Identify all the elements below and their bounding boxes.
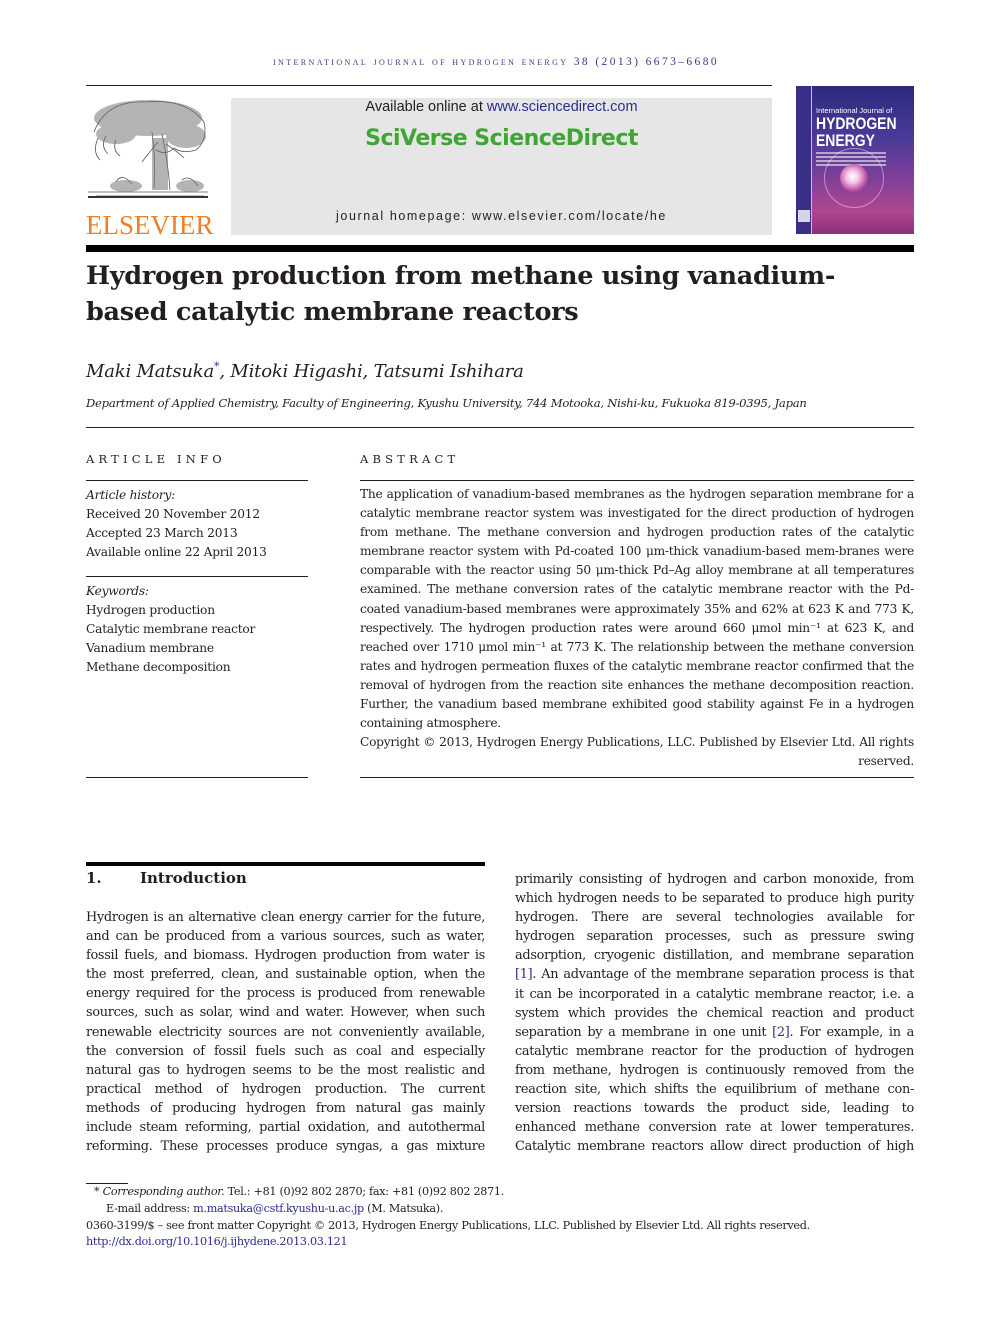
body-line: Hydrogen is an alternative clean energy …: [86, 910, 485, 925]
corresponding-author-label: Corresponding author.: [102, 1185, 225, 1198]
keywords-label: Keywords:: [86, 584, 149, 598]
body-line: the conversion of fossil fuels such as c…: [86, 1043, 485, 1059]
article-title: Hydrogen production from methane using v…: [86, 261, 836, 327]
running-header: International Journal of Hydrogen Energy…: [272, 56, 720, 68]
body-line: hydrogen separation processes, such as p…: [515, 929, 914, 945]
section-title: Introduction: [140, 869, 247, 887]
elsevier-logo[interactable]: ELSEVIER: [86, 92, 214, 240]
keyword: Hydrogen production: [86, 603, 215, 617]
article-history-label: Article history:: [86, 488, 176, 502]
citation-link[interactable]: [2]: [772, 1025, 790, 1040]
cover-title-big: HYDROGEN ENERGY: [816, 114, 897, 150]
body-line: from methane, hydrogen is continuously r…: [515, 1062, 914, 1078]
masthead-rule: [86, 245, 914, 252]
keyword: Methane decomposition: [86, 660, 231, 674]
corresponding-author-note: * Corresponding author. Tel.: +81 (0)92 …: [86, 1184, 914, 1201]
abstract-label: ABSTRACT: [360, 452, 460, 466]
body-line: primarily consisting of hydrogen and car…: [515, 872, 914, 887]
history-online: Available online 22 April 2013: [86, 545, 267, 559]
body-line: it can be incorporated in a catalytic me…: [515, 986, 914, 1002]
issn-line: 0360-3199/$ – see front matter Copyright…: [86, 1218, 810, 1232]
body-line: which hydrogen needs to be separated to …: [515, 891, 914, 907]
body-text: . For example, in a: [789, 1024, 915, 1040]
author-separator: ,: [362, 361, 374, 382]
doi-link[interactable]: http://dx.doi.org/10.1016/j.ijhydene.201…: [86, 1234, 914, 1251]
history-accepted: Accepted 23 March 2013: [86, 526, 238, 540]
body-line: Catalytic membrane reactors allow direct…: [515, 1139, 914, 1155]
contact-numbers: Tel.: +81 (0)92 802 2870; fax: +81 (0)92…: [224, 1185, 505, 1198]
section-number: 1.: [86, 869, 102, 887]
body-line: separation by a membrane in one unit [2]…: [515, 1023, 914, 1042]
cover-badge-icon: [798, 210, 810, 222]
body-text: separation by a membrane in one unit: [515, 1024, 773, 1040]
affiliation: Department of Applied Chemistry, Faculty…: [86, 396, 807, 410]
available-online-prefix: Available online at: [365, 99, 487, 115]
body-line: renewable electricity sources are not co…: [86, 1024, 485, 1040]
abstract-text: The application of vanadium-based membra…: [360, 487, 914, 731]
body-line: methods of producing hydrogen from natur…: [86, 1100, 485, 1116]
abstract-rule: [360, 480, 914, 481]
footnote-mark: *: [94, 1185, 100, 1198]
cover-title-line: HYDROGEN: [816, 114, 897, 133]
author-name[interactable]: Tatsumi Ishihara: [374, 361, 524, 382]
cover-orb-icon: [840, 164, 868, 192]
article-info-rule: [86, 480, 308, 481]
sciverse-logo[interactable]: SciVerse ScienceDirect: [231, 126, 772, 151]
body-line: system which provides the chemical react…: [515, 1005, 914, 1021]
article-info-bottom-rule: [86, 777, 308, 778]
journal-homepage-link[interactable]: journal homepage: www.elsevier.com/locat…: [231, 209, 772, 223]
body-line: version reactions towards the product si…: [515, 1101, 914, 1117]
body-line: fossil fuels, and biomass. Hydrogen prod…: [86, 948, 485, 964]
body-line: and can be produced from a various sourc…: [86, 929, 485, 945]
body-line: catalytic membrane reactor for the produ…: [515, 1043, 914, 1059]
body-line: enhanced methane conversion rate at lowe…: [515, 1120, 914, 1136]
elsevier-wordmark: ELSEVIER: [86, 210, 214, 240]
citation-link[interactable]: [1]: [515, 967, 533, 982]
header-rule: [86, 85, 772, 86]
author-name[interactable]: Mitoki Higashi: [230, 361, 362, 382]
body-line: practical method of hydrogen production.…: [86, 1081, 485, 1097]
body-line: sources, such as solar, wind and water. …: [86, 1005, 485, 1021]
footnotes: * Corresponding author. Tel.: +81 (0)92 …: [86, 1184, 914, 1251]
section-heading: 1. Introduction: [86, 869, 247, 887]
available-online: Available online at www.sciencedirect.co…: [231, 99, 772, 115]
keyword: Catalytic membrane reactor: [86, 622, 256, 636]
body-text: . An advantage of the membrane separatio…: [532, 967, 914, 983]
section-rule: [86, 862, 485, 866]
cover-title-line: ENERGY: [816, 131, 875, 150]
email-owner: (M. Matsuka).: [363, 1201, 444, 1215]
body-line: reforming. These processes produce synga…: [86, 1139, 485, 1155]
abstract-copyright: Copyright © 2013, Hydrogen Energy Public…: [360, 735, 914, 769]
keyword: Vanadium membrane: [86, 641, 214, 655]
sciencedirect-link[interactable]: www.sciencedirect.com: [487, 99, 638, 115]
body-line: adsorption, cryogenic distillation, and …: [515, 948, 914, 964]
article-info-label: ARTICLE INFO: [86, 452, 226, 466]
email-note: E-mail address: m.matsuka@cstf.kyushu-u.…: [86, 1201, 914, 1218]
body-line: the most preferred, clean, and sustainab…: [86, 967, 485, 983]
keywords: Keywords: Hydrogen production Catalytic …: [86, 582, 308, 677]
body-column-left: Hydrogen is an alternative clean energy …: [86, 908, 485, 1156]
article-history: Article history: Received 20 November 20…: [86, 486, 308, 562]
email-label: E-mail address:: [106, 1201, 194, 1215]
author-list: Maki Matsuka*, Mitoki Higashi, Tatsumi I…: [86, 360, 524, 382]
publisher-banner: Available online at www.sciencedirect.co…: [231, 98, 772, 235]
history-received: Received 20 November 2012: [86, 507, 260, 521]
affiliation-rule: [86, 427, 914, 428]
author-separator: ,: [219, 361, 231, 382]
journal-cover[interactable]: International Journal of HYDROGEN ENERGY: [796, 86, 914, 234]
body-column-right: primarily consisting of hydrogen and car…: [515, 870, 914, 1156]
abstract-bottom-rule: [360, 777, 914, 778]
body-line: include steam reforming, partial oxidati…: [86, 1120, 485, 1136]
email-link[interactable]: m.matsuka@cstf.kyushu-u.ac.jp: [193, 1202, 364, 1215]
body-line: energy required for the process is produ…: [86, 986, 485, 1002]
body-line: hydrogen. There are several technologies…: [515, 910, 914, 926]
author-name[interactable]: Maki Matsuka: [86, 361, 214, 382]
body-line: [1]. An advantage of the membrane separa…: [515, 965, 914, 984]
elsevier-tree-icon: [88, 100, 208, 198]
abstract: The application of vanadium-based membra…: [360, 485, 914, 771]
body-line: natural gas to hydrogen seems to be the …: [86, 1062, 485, 1078]
keywords-rule: [86, 576, 308, 577]
body-line: reaction site, which shifts the equilibr…: [515, 1082, 914, 1098]
